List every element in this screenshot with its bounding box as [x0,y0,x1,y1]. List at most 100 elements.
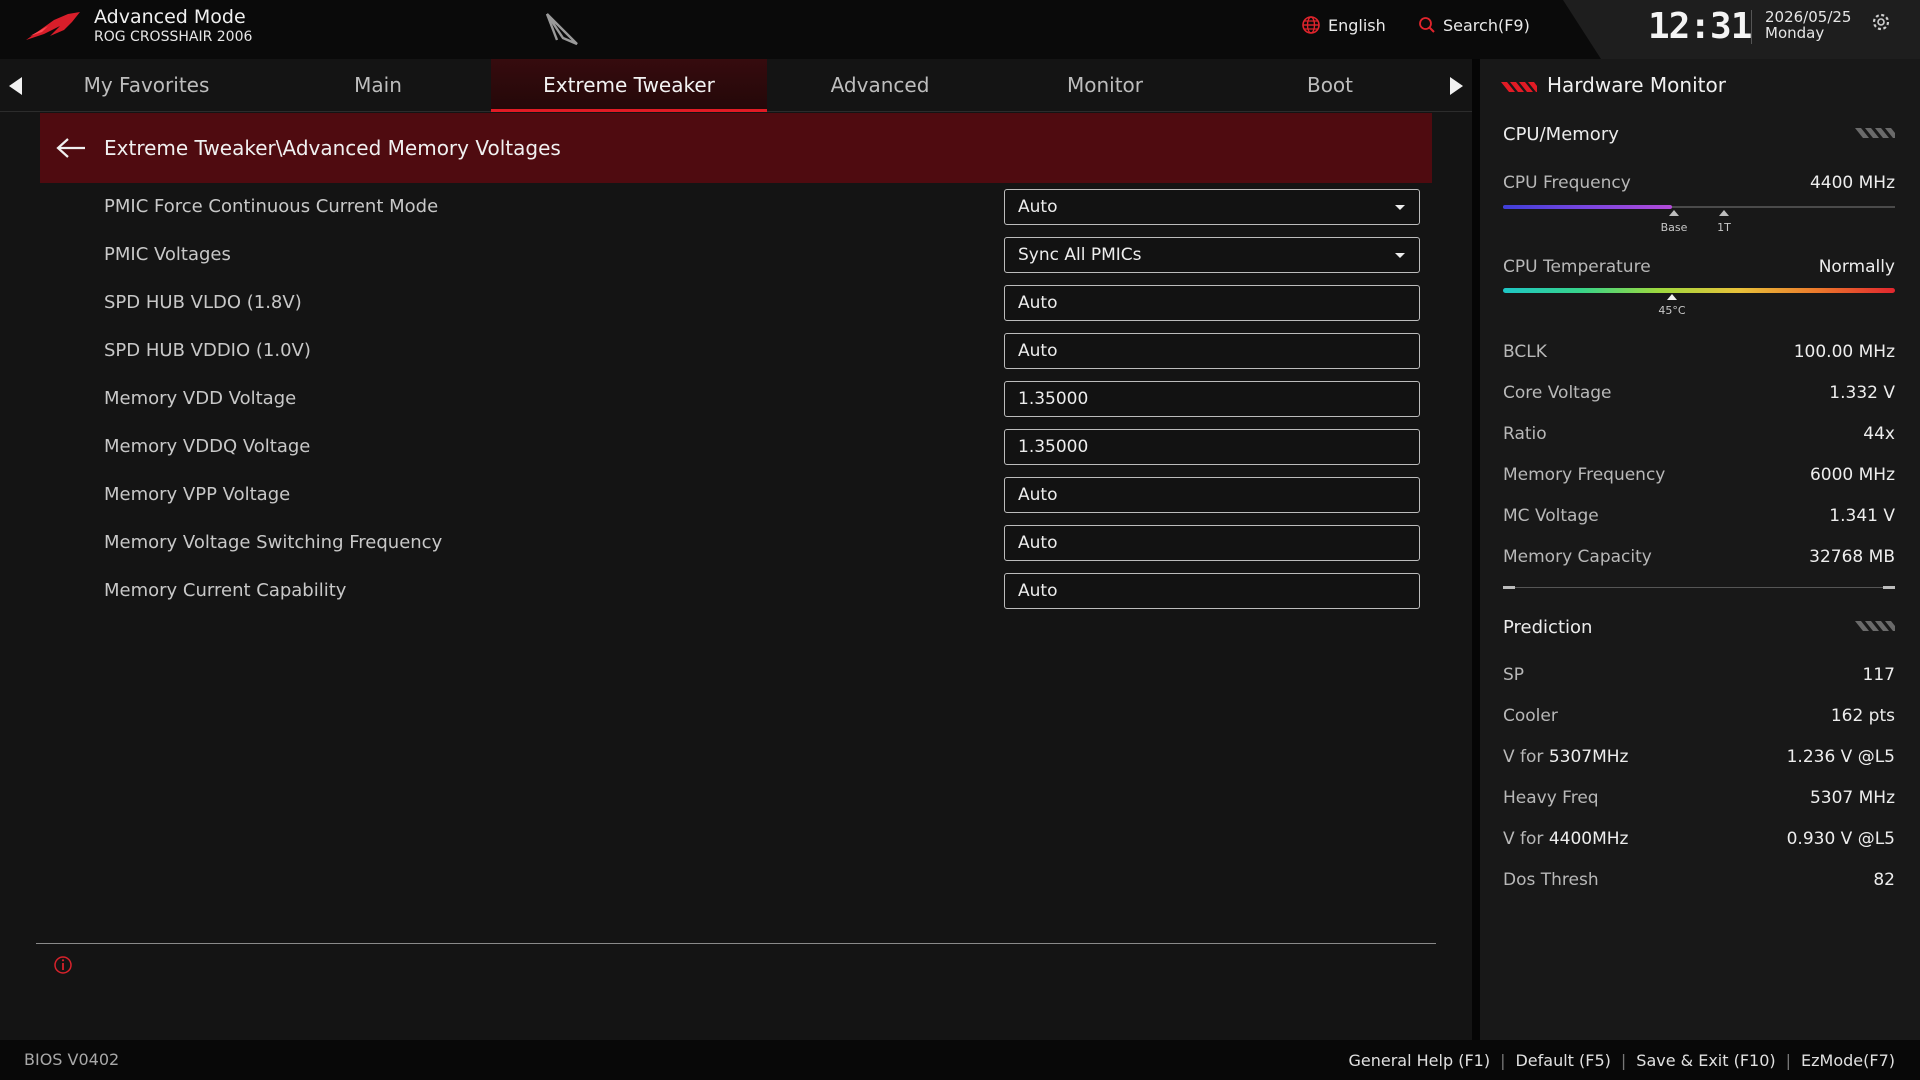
memory-vpp-voltage-input[interactable]: Auto [1004,477,1420,513]
pmic-force-continuous-current-mode-select[interactable]: Auto [1004,189,1420,225]
panel-splitter [1472,59,1480,1040]
info-icon [54,956,72,974]
setting-label: Memory Current Capability [104,580,347,601]
section-stripes-icon [1855,128,1895,138]
main-nav: My Favorites Main Extreme Tweaker Advanc… [0,59,1472,112]
footer-separator: | [1620,1050,1627,1070]
tab-main[interactable]: Main [268,59,488,112]
memory-frequency-label: Memory Frequency [1503,465,1666,485]
spd-hub-vddio-input[interactable]: Auto [1004,333,1420,369]
cpu-memory-section-title: CPU/Memory [1503,124,1619,145]
setting-label: PMIC Force Continuous Current Mode [104,196,439,217]
ratio-value: 44x [1863,424,1895,444]
setting-row-spd-hub-vddio: SPD HUB VDDIO (1.0V) Auto [0,327,1430,375]
pmic-voltages-select[interactable]: Sync All PMICs [1004,237,1420,273]
cpu-frequency-value: 4400 MHz [1809,173,1895,193]
mc-voltage-label: MC Voltage [1503,506,1599,526]
clock-divider [1751,10,1752,44]
footer-separator: | [1500,1050,1506,1070]
cooler-label: Cooler [1503,706,1558,726]
setting-row-pmic-force-continuous-current-mode: PMIC Force Continuous Current Mode Auto [0,183,1430,231]
sp-value: 117 [1862,665,1895,685]
search-icon [1419,17,1435,33]
v-for-frequency: 4400MHz [1548,829,1629,849]
tab-extreme-tweaker[interactable]: Extreme Tweaker [491,59,767,112]
cpu-temperature-bar [1503,288,1895,293]
setting-row-memory-vddq-voltage: Memory VDDQ Voltage 1.35000 [0,423,1430,471]
rog-triangle-icon [545,13,578,46]
footer-bar: BIOS V0402 General Help (F1) | Default (… [0,1040,1920,1080]
nav-prev-arrow-icon[interactable] [9,77,22,95]
tab-monitor[interactable]: Monitor [995,59,1215,112]
language-label: English [1328,15,1386,35]
core-voltage-label: Core Voltage [1503,383,1612,403]
memory-voltage-switching-frequency-input[interactable]: Auto [1004,525,1420,561]
hardware-monitor-title: Hardware Monitor [1547,73,1726,97]
general-help-button[interactable]: General Help (F1) [1349,1051,1491,1070]
tab-boot[interactable]: Boot [1220,59,1440,112]
tab-advanced[interactable]: Advanced [770,59,990,112]
back-arrow-icon[interactable] [56,137,86,159]
save-exit-button[interactable]: Save & Exit (F10) [1636,1051,1775,1070]
dos-thresh-label: Dos Thresh [1503,870,1599,890]
cooler-value: 162 pts [1830,706,1895,726]
base-marker-icon [1669,210,1679,216]
setting-row-memory-vdd-voltage: Memory VDD Voltage 1.35000 [0,375,1430,423]
ezmode-button[interactable]: EzMode(F7) [1801,1051,1895,1070]
v-for-5307-value: 1.236 V @L5 [1786,747,1895,767]
setting-label: Memory VDDQ Voltage [104,436,311,457]
v-for-4400-label: V for 4400MHz [1503,829,1628,849]
rog-stripes-icon [1501,82,1537,92]
select-value: Sync All PMICs [1018,245,1142,265]
date: 2026/05/25 [1765,8,1852,26]
heavy-freq-value: 5307 MHz [1809,788,1895,808]
setting-row-memory-current-capability: Memory Current Capability Auto [0,567,1430,615]
ratio-label: Ratio [1503,424,1547,444]
memory-capacity-label: Memory Capacity [1503,547,1652,567]
memory-current-capability-input[interactable]: Auto [1004,573,1420,609]
setting-label: Memory VPP Voltage [104,484,291,505]
mode-title: Advanced Mode [94,6,246,28]
setting-label: PMIC Voltages [104,244,231,265]
spd-hub-vldo-input[interactable]: Auto [1004,285,1420,321]
breadcrumb: Extreme Tweaker\Advanced Memory Voltages [40,113,1432,183]
v-for-5307-label: V for 5307MHz [1503,747,1628,767]
setting-row-memory-voltage-switching-frequency: Memory Voltage Switching Frequency Auto [0,519,1430,567]
v-for-4400-value: 0.930 V @L5 [1786,829,1895,849]
memory-vddq-voltage-input[interactable]: 1.35000 [1004,429,1420,465]
divider-cap [1503,586,1515,589]
footer-shortcuts: General Help (F1) | Default (F5) | Save … [1349,1040,1896,1080]
globe-icon [1302,16,1320,34]
1t-marker-label: 1T [1717,221,1731,234]
nav-next-arrow-icon[interactable] [1450,77,1463,95]
setting-label: Memory VDD Voltage [104,388,297,409]
setting-row-memory-vpp-voltage: Memory VPP Voltage Auto [0,471,1430,519]
cpu-temperature-label: CPU Temperature [1503,257,1651,277]
day: Monday [1765,24,1825,42]
description-divider [36,943,1436,944]
setting-label: SPD HUB VLDO (1.8V) [104,292,302,313]
chevron-down-icon [1395,253,1405,258]
gear-icon[interactable] [1870,11,1892,33]
mc-voltage-value: 1.341 V [1829,506,1895,526]
language-button[interactable]: English [1301,14,1386,36]
v-for-frequency: 5307MHz [1548,747,1629,767]
cpu-frequency-fill [1503,205,1672,209]
clock: 12:31 [1648,6,1752,47]
default-button[interactable]: Default (F5) [1515,1051,1610,1070]
core-voltage-value: 1.332 V [1829,383,1895,403]
rog-logo-icon [26,12,80,40]
memory-vdd-voltage-input[interactable]: 1.35000 [1004,381,1420,417]
temperature-marker-label: 45°C [1658,304,1686,317]
1t-marker-icon [1719,210,1729,216]
base-marker-label: Base [1660,221,1688,234]
sp-label: SP [1503,665,1525,685]
cpu-frequency-label: CPU Frequency [1503,173,1631,193]
top-bar: Advanced Mode ROG CROSSHAIR 2006 English… [0,0,1920,59]
setting-row-pmic-voltages: PMIC Voltages Sync All PMICs [0,231,1430,279]
memory-capacity-value: 32768 MB [1809,547,1895,567]
prediction-section-title: Prediction [1503,617,1593,638]
breadcrumb-path: Extreme Tweaker\Advanced Memory Voltages [104,136,561,160]
tab-my-favorites[interactable]: My Favorites [40,59,253,112]
search-button[interactable]: Search(F9) [1418,14,1530,36]
